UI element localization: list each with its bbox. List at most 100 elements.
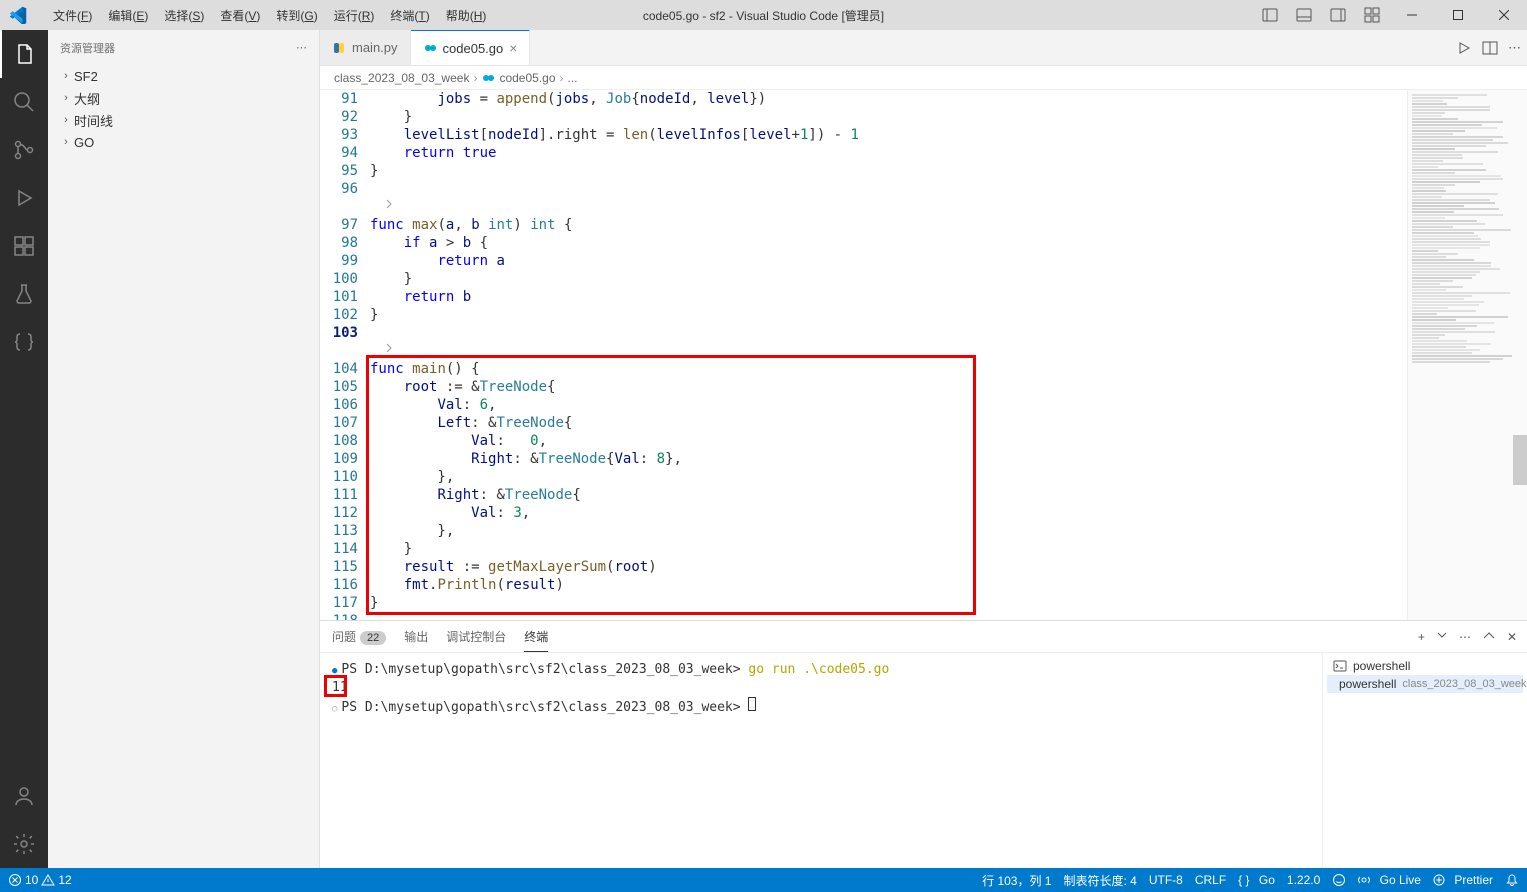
code-line[interactable]: Right: &TreeNode{Val: 8}, [370, 450, 1407, 468]
status-go-version[interactable]: 1.22.0 [1287, 873, 1320, 887]
flask-icon[interactable] [0, 270, 48, 318]
codelens[interactable] [370, 198, 1407, 216]
prettier-status[interactable]: Prettier [1433, 873, 1493, 887]
problems-tab[interactable]: 问题22 [332, 622, 386, 651]
code-line[interactable]: func max(a, b int) int { [370, 216, 1407, 234]
tab-label: code05.go [443, 41, 504, 56]
breadcrumb[interactable]: class_2023_08_03_week › code05.go › ... [320, 66, 1527, 90]
codelens[interactable] [370, 342, 1407, 360]
window-maximize-button[interactable] [1435, 0, 1481, 30]
tab-label: main.py [352, 40, 398, 55]
breadcrumb-more[interactable]: ... [568, 71, 578, 85]
close-icon[interactable]: × [509, 40, 517, 56]
code-line[interactable]: } [370, 540, 1407, 558]
status-errors[interactable]: 10 12 [8, 873, 72, 887]
menu-f[interactable]: 文件(F) [45, 3, 100, 28]
code-line[interactable]: Right: &TreeNode{ [370, 486, 1407, 504]
feedback-icon[interactable] [1332, 873, 1346, 887]
editor-tab[interactable]: main.py [320, 30, 411, 65]
code-line[interactable]: return b [370, 288, 1407, 306]
code-line[interactable]: return true [370, 144, 1407, 162]
code-line[interactable]: Val: 0, [370, 432, 1407, 450]
menu-h[interactable]: 帮助(H) [438, 3, 495, 28]
status-indent[interactable]: 制表符长度: 4 [1063, 872, 1136, 889]
debug-icon[interactable] [0, 174, 48, 222]
layout-panel-icon[interactable] [1287, 0, 1321, 30]
terminal-tab[interactable]: 终端 [524, 622, 548, 652]
layout-sidebar-left-icon[interactable] [1253, 0, 1287, 30]
settings-gear-icon[interactable] [0, 820, 48, 868]
notifications-bell-icon[interactable] [1505, 873, 1519, 887]
code-line[interactable]: jobs = append(jobs, Job{nodeId, level}) [370, 90, 1407, 108]
chevron-down-icon[interactable] [1437, 630, 1447, 644]
source-control-icon[interactable] [0, 126, 48, 174]
code-line[interactable]: return a [370, 252, 1407, 270]
terminal-list-item[interactable]: powershellclass_2023_08_03_week [1327, 675, 1523, 693]
explorer-icon[interactable] [0, 30, 48, 78]
status-eol[interactable]: CRLF [1195, 873, 1226, 887]
code-line[interactable]: }, [370, 522, 1407, 540]
account-icon[interactable] [0, 772, 48, 820]
line-number: 93 [320, 126, 358, 144]
status-lang[interactable]: { } Go [1238, 873, 1275, 887]
code-line[interactable]: Left: &TreeNode{ [370, 414, 1407, 432]
more-icon[interactable]: ⋯ [1459, 630, 1471, 644]
debug-console-tab[interactable]: 调试控制台 [446, 622, 506, 651]
extensions-icon[interactable] [0, 222, 48, 270]
explorer-title: 资源管理器 [60, 40, 115, 56]
minimap[interactable] [1407, 90, 1527, 620]
tree-item[interactable]: ›SF2 [48, 65, 319, 87]
menu-s[interactable]: 选择(S) [156, 3, 212, 28]
code-line[interactable]: levelList[nodeId].right = len(levelInfos… [370, 126, 1407, 144]
menu-g[interactable]: 转到(G) [268, 3, 325, 28]
window-minimize-button[interactable] [1389, 0, 1435, 30]
close-panel-icon[interactable]: ✕ [1507, 630, 1517, 644]
tree-item[interactable]: ›GO [48, 131, 319, 153]
code-line[interactable]: } [370, 270, 1407, 288]
breadcrumb-file[interactable]: code05.go [499, 71, 555, 85]
code-line[interactable]: root := &TreeNode{ [370, 378, 1407, 396]
code-editor[interactable]: 919293949596 979899100101102103 10410510… [320, 90, 1407, 620]
go-live-button[interactable]: Go Live [1358, 873, 1421, 887]
code-line[interactable] [370, 612, 1407, 620]
layout-sidebar-right-icon[interactable] [1321, 0, 1355, 30]
code-line[interactable]: if a > b { [370, 234, 1407, 252]
code-line[interactable]: Val: 3, [370, 504, 1407, 522]
terminal-list-item[interactable]: powershell [1327, 657, 1523, 675]
bracket-icon[interactable] [0, 318, 48, 366]
menu-e[interactable]: 编辑(E) [100, 3, 156, 28]
customize-layout-icon[interactable] [1355, 0, 1389, 30]
more-icon[interactable]: ⋯ [296, 41, 307, 54]
code-line[interactable]: } [370, 162, 1407, 180]
new-terminal-icon[interactable]: + [1418, 630, 1425, 644]
scrollbar-thumb[interactable] [1513, 435, 1527, 485]
tree-item[interactable]: ›大纲 [48, 87, 319, 109]
code-line[interactable]: } [370, 594, 1407, 612]
terminal[interactable]: ●PS D:\mysetup\gopath\src\sf2\class_2023… [320, 653, 1322, 868]
code-line[interactable]: } [370, 108, 1407, 126]
code-line[interactable]: } [370, 306, 1407, 324]
status-cursor-pos[interactable]: 行 103，列 1 [982, 872, 1051, 889]
editor-tab[interactable]: code05.go × [411, 30, 531, 65]
split-editor-icon[interactable] [1482, 40, 1498, 56]
code-line[interactable]: }, [370, 468, 1407, 486]
tree-item[interactable]: ›时间线 [48, 109, 319, 131]
search-icon[interactable] [0, 78, 48, 126]
window-close-button[interactable] [1481, 0, 1527, 30]
menu-r[interactable]: 运行(R) [326, 3, 383, 28]
code-line[interactable] [370, 180, 1407, 198]
status-encoding[interactable]: UTF-8 [1149, 873, 1183, 887]
code-line[interactable]: result := getMaxLayerSum(root) [370, 558, 1407, 576]
maximize-panel-icon[interactable] [1483, 630, 1495, 644]
code-line[interactable]: Val: 6, [370, 396, 1407, 414]
code-line[interactable] [370, 324, 1407, 342]
menu-t[interactable]: 终端(T) [382, 3, 437, 28]
menu-v[interactable]: 查看(V) [212, 3, 268, 28]
code-line[interactable]: fmt.Println(result) [370, 576, 1407, 594]
line-number: 100 [320, 270, 358, 288]
more-actions-icon[interactable]: ⋯ [1508, 40, 1521, 56]
breadcrumb-folder[interactable]: class_2023_08_03_week [334, 71, 469, 85]
code-line[interactable]: func main() { [370, 360, 1407, 378]
output-tab[interactable]: 输出 [404, 622, 428, 651]
run-icon[interactable] [1456, 40, 1472, 56]
